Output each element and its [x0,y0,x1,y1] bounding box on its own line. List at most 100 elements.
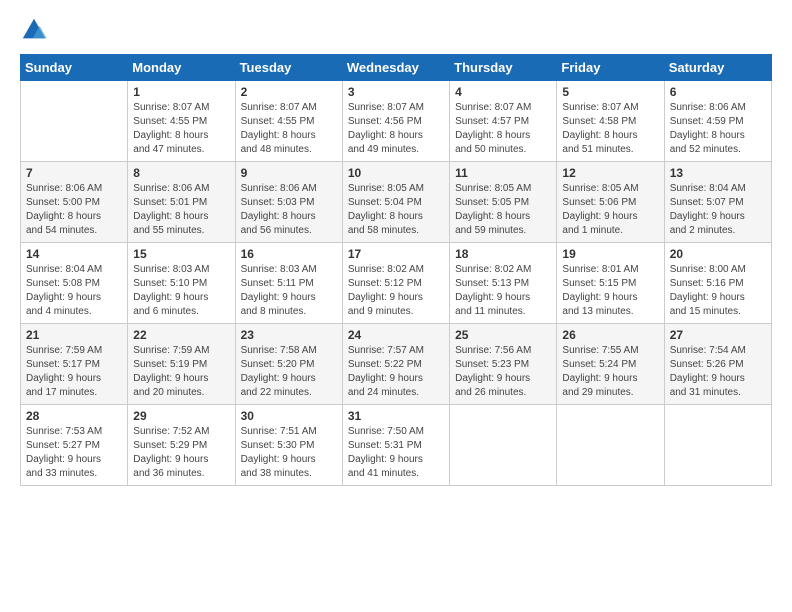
day-number: 24 [348,328,444,342]
calendar-cell: 6 Sunrise: 8:06 AM Sunset: 4:59 PM Daylig… [664,81,771,162]
day-number: 23 [241,328,337,342]
day-number: 17 [348,247,444,261]
day-number: 19 [562,247,658,261]
calendar-cell: 19Sunrise: 8:01 AM Sunset: 5:15 PM Dayli… [557,243,664,324]
day-number: 7 [26,166,122,180]
weekday-header-row: SundayMondayTuesdayWednesdayThursdayFrid… [21,55,772,81]
calendar-cell: 12 Sunrise: 8:05 AM Sunset: 5:06 PM Dayli… [557,162,664,243]
weekday-header-friday: Friday [557,55,664,81]
day-number: 14 [26,247,122,261]
day-number: 3 [348,85,444,99]
day-number: 10 [348,166,444,180]
day-info: Sunrise: 8:05 AM Sunset: 5:05 PM Dayligh… [455,182,551,238]
week-row-3: 14Sunrise: 8:04 AM Sunset: 5:08 PM Dayli… [21,243,772,324]
day-number: 22 [133,328,229,342]
calendar-cell: 18 Sunrise: 8:02 AM Sunset: 5:13 PM Dayli… [450,243,557,324]
calendar-cell: 4 Sunrise: 8:07 AM Sunset: 4:57 PM Daylig… [450,81,557,162]
header [20,16,772,44]
weekday-header-monday: Monday [128,55,235,81]
calendar-cell: 1 Sunrise: 8:07 AM Sunset: 4:55 PM Daylig… [128,81,235,162]
day-number: 9 [241,166,337,180]
calendar-cell: 17 Sunrise: 8:02 AM Sunset: 5:12 PM Dayli… [342,243,449,324]
day-number: 18 [455,247,551,261]
day-info: Sunrise: 7:56 AM Sunset: 5:23 PM Dayligh… [455,344,551,400]
day-number: 27 [670,328,766,342]
calendar-cell: 28 Sunrise: 7:53 AM Sunset: 5:27 PM Dayli… [21,405,128,486]
day-info: Sunrise: 8:03 AM Sunset: 5:11 PM Dayligh… [241,263,337,319]
day-number: 31 [348,409,444,423]
day-number: 13 [670,166,766,180]
day-info: Sunrise: 8:06 AM Sunset: 5:00 PM Dayligh… [26,182,122,238]
day-info: Sunrise: 8:07 AM Sunset: 4:55 PM Dayligh… [133,101,229,157]
day-info: Sunrise: 7:51 AM Sunset: 5:30 PM Dayligh… [241,425,337,481]
calendar-cell: 10 Sunrise: 8:05 AM Sunset: 5:04 PM Dayli… [342,162,449,243]
day-info: Sunrise: 8:07 AM Sunset: 4:55 PM Dayligh… [241,101,337,157]
day-info: Sunrise: 7:59 AM Sunset: 5:17 PM Dayligh… [26,344,122,400]
day-info: Sunrise: 7:54 AM Sunset: 5:26 PM Dayligh… [670,344,766,400]
calendar-cell: 25 Sunrise: 7:56 AM Sunset: 5:23 PM Dayli… [450,324,557,405]
page: SundayMondayTuesdayWednesdayThursdayFrid… [0,0,792,612]
week-row-5: 28 Sunrise: 7:53 AM Sunset: 5:27 PM Dayli… [21,405,772,486]
day-number: 4 [455,85,551,99]
day-number: 6 [670,85,766,99]
day-info: Sunrise: 7:50 AM Sunset: 5:31 PM Dayligh… [348,425,444,481]
weekday-header-thursday: Thursday [450,55,557,81]
logo-icon [20,16,48,44]
calendar-cell: 9 Sunrise: 8:06 AM Sunset: 5:03 PM Daylig… [235,162,342,243]
weekday-header-saturday: Saturday [664,55,771,81]
day-info: Sunrise: 8:06 AM Sunset: 5:03 PM Dayligh… [241,182,337,238]
calendar-cell: 14Sunrise: 8:04 AM Sunset: 5:08 PM Dayli… [21,243,128,324]
day-number: 20 [670,247,766,261]
day-info: Sunrise: 8:02 AM Sunset: 5:12 PM Dayligh… [348,263,444,319]
calendar-cell [21,81,128,162]
day-info: Sunrise: 8:07 AM Sunset: 4:58 PM Dayligh… [562,101,658,157]
week-row-4: 21 Sunrise: 7:59 AM Sunset: 5:17 PM Dayli… [21,324,772,405]
day-info: Sunrise: 8:02 AM Sunset: 5:13 PM Dayligh… [455,263,551,319]
logo [20,16,52,44]
calendar-cell: 26 Sunrise: 7:55 AM Sunset: 5:24 PM Dayli… [557,324,664,405]
day-info: Sunrise: 8:05 AM Sunset: 5:04 PM Dayligh… [348,182,444,238]
day-info: Sunrise: 7:53 AM Sunset: 5:27 PM Dayligh… [26,425,122,481]
day-number: 21 [26,328,122,342]
calendar-cell: 16Sunrise: 8:03 AM Sunset: 5:11 PM Dayli… [235,243,342,324]
weekday-header-wednesday: Wednesday [342,55,449,81]
calendar-cell: 7 Sunrise: 8:06 AM Sunset: 5:00 PM Daylig… [21,162,128,243]
day-number: 8 [133,166,229,180]
calendar-cell: 30 Sunrise: 7:51 AM Sunset: 5:30 PM Dayli… [235,405,342,486]
day-number: 12 [562,166,658,180]
day-info: Sunrise: 8:07 AM Sunset: 4:56 PM Dayligh… [348,101,444,157]
calendar-cell: 20 Sunrise: 8:00 AM Sunset: 5:16 PM Dayli… [664,243,771,324]
day-number: 1 [133,85,229,99]
day-info: Sunrise: 8:04 AM Sunset: 5:07 PM Dayligh… [670,182,766,238]
calendar-cell: 8 Sunrise: 8:06 AM Sunset: 5:01 PM Daylig… [128,162,235,243]
calendar-cell: 23Sunrise: 7:58 AM Sunset: 5:20 PM Dayli… [235,324,342,405]
day-info: Sunrise: 8:00 AM Sunset: 5:16 PM Dayligh… [670,263,766,319]
day-info: Sunrise: 8:06 AM Sunset: 4:59 PM Dayligh… [670,101,766,157]
day-info: Sunrise: 7:52 AM Sunset: 5:29 PM Dayligh… [133,425,229,481]
calendar-table: SundayMondayTuesdayWednesdayThursdayFrid… [20,54,772,486]
day-number: 25 [455,328,551,342]
calendar-cell: 13 Sunrise: 8:04 AM Sunset: 5:07 PM Dayli… [664,162,771,243]
day-number: 30 [241,409,337,423]
day-number: 28 [26,409,122,423]
calendar-cell [557,405,664,486]
calendar-cell: 21 Sunrise: 7:59 AM Sunset: 5:17 PM Dayli… [21,324,128,405]
calendar-cell: 27 Sunrise: 7:54 AM Sunset: 5:26 PM Dayli… [664,324,771,405]
calendar-cell: 2Sunrise: 8:07 AM Sunset: 4:55 PM Daylig… [235,81,342,162]
weekday-header-tuesday: Tuesday [235,55,342,81]
day-info: Sunrise: 8:07 AM Sunset: 4:57 PM Dayligh… [455,101,551,157]
calendar-cell: 31 Sunrise: 7:50 AM Sunset: 5:31 PM Dayli… [342,405,449,486]
calendar-cell: 3 Sunrise: 8:07 AM Sunset: 4:56 PM Daylig… [342,81,449,162]
calendar-cell: 24 Sunrise: 7:57 AM Sunset: 5:22 PM Dayli… [342,324,449,405]
day-info: Sunrise: 7:57 AM Sunset: 5:22 PM Dayligh… [348,344,444,400]
day-number: 29 [133,409,229,423]
day-info: Sunrise: 8:05 AM Sunset: 5:06 PM Dayligh… [562,182,658,238]
day-info: Sunrise: 8:06 AM Sunset: 5:01 PM Dayligh… [133,182,229,238]
day-info: Sunrise: 8:03 AM Sunset: 5:10 PM Dayligh… [133,263,229,319]
day-number: 15 [133,247,229,261]
day-info: Sunrise: 7:55 AM Sunset: 5:24 PM Dayligh… [562,344,658,400]
day-number: 5 [562,85,658,99]
calendar-cell: 15 Sunrise: 8:03 AM Sunset: 5:10 PM Dayli… [128,243,235,324]
day-number: 26 [562,328,658,342]
calendar-cell [450,405,557,486]
